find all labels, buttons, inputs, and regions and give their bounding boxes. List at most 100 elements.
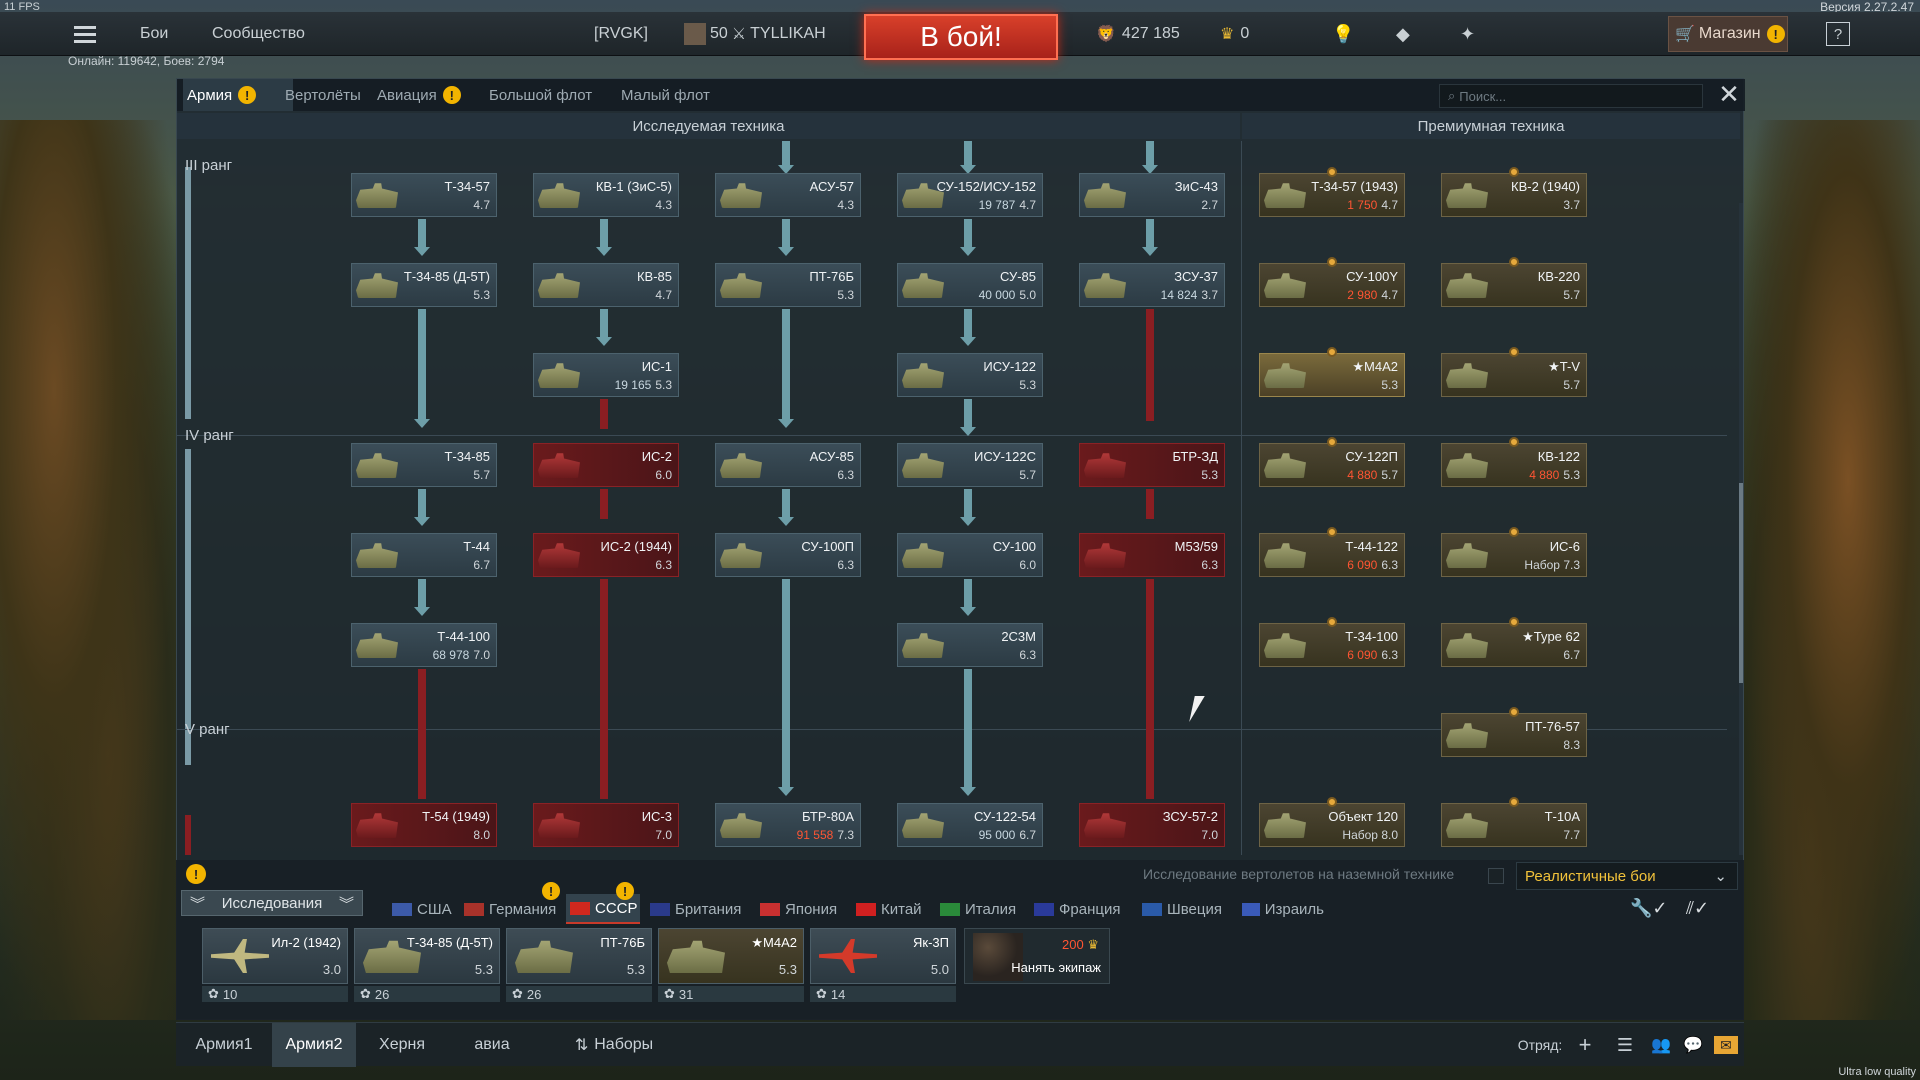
crew-slot[interactable]: Як-3П 5.0 <box>810 928 956 984</box>
vehicle-card[interactable]: Т-34-57 4.7 <box>351 173 497 217</box>
vehicle-card[interactable]: ИС-1 19 165 5.3 <box>533 353 679 397</box>
add-squad-icon[interactable]: + <box>1572 1023 1598 1067</box>
nation-tab[interactable]: Швеция <box>1138 894 1232 924</box>
vehicle-card[interactable]: ИСУ-122С 5.7 <box>897 443 1043 487</box>
vehicle-card[interactable]: БТР-80А 91 558 7.3 <box>715 803 861 847</box>
tab-2[interactable]: Авиация! <box>373 79 495 111</box>
community-menu[interactable]: Сообщество <box>212 12 305 56</box>
to-battle-button[interactable]: В бой! <box>864 14 1058 60</box>
vehicle-card[interactable]: ПТ-76Б 5.3 <box>715 263 861 307</box>
vehicle-card[interactable]: ИС-2 6.0 <box>533 443 679 487</box>
vehicle-card[interactable]: КВ-1 (ЗиС-5) 4.3 <box>533 173 679 217</box>
vehicle-card[interactable]: БТР-ЗД 5.3 <box>1079 443 1225 487</box>
vehicle-card[interactable]: ИС-6 Набор 7.3 <box>1441 533 1587 577</box>
preset-tab[interactable]: авиа <box>448 1023 536 1067</box>
vehicle-card[interactable]: ★T-V 5.7 <box>1441 353 1587 397</box>
golden-eagles[interactable]: ♛ 0 <box>1220 12 1249 56</box>
search-input[interactable]: ⌕ Поиск... <box>1439 84 1703 108</box>
tab-4[interactable]: Малый флот <box>617 79 713 111</box>
crew-slot[interactable]: ★M4A2 5.3 <box>658 928 804 984</box>
crew-slot[interactable]: ПТ-76Б 5.3 <box>506 928 652 984</box>
nation-tab[interactable]: Британия <box>646 894 750 924</box>
preset-tab[interactable]: Херня <box>356 1023 448 1067</box>
vehicle-card[interactable]: Т-34-85 (Д-5Т) 5.3 <box>351 263 497 307</box>
preset-tab[interactable]: Армия2 <box>272 1023 356 1067</box>
vehicle-card[interactable]: Т-10А 7.7 <box>1441 803 1587 847</box>
ammo-icon[interactable]: ⫽✓ <box>1686 898 1709 919</box>
golden-eagles-value: 0 <box>1240 25 1250 42</box>
ticket-icon[interactable]: ✦ <box>1460 12 1475 56</box>
nation-tab[interactable]: Япония <box>756 894 846 924</box>
vehicle-card[interactable]: M53/59 6.3 <box>1079 533 1225 577</box>
vehicle-card[interactable]: КВ-122 4 880 5.3 <box>1441 443 1587 487</box>
vehicle-card[interactable]: Т-34-57 (1943) 1 750 4.7 <box>1259 173 1405 217</box>
vehicle-card[interactable]: Объект 120 Набор 8.0 <box>1259 803 1405 847</box>
vehicle-card[interactable]: АСУ-85 6.3 <box>715 443 861 487</box>
vehicle-card[interactable]: ПТ-76-57 8.3 <box>1441 713 1587 757</box>
tab-1[interactable]: Вертолёты <box>281 79 363 111</box>
help-button[interactable]: ? <box>1826 22 1850 46</box>
vehicle-card[interactable]: Т-34-85 5.7 <box>351 443 497 487</box>
vehicle-card[interactable]: АСУ-57 4.3 <box>715 173 861 217</box>
nation-tab[interactable]: Германия <box>460 894 560 924</box>
nation-tab[interactable]: Италия <box>936 894 1024 924</box>
battle-rating: 8.3 <box>1563 738 1580 752</box>
nation-tab[interactable]: Израиль <box>1238 894 1324 924</box>
friends-icon[interactable]: 👥 <box>1646 1023 1676 1067</box>
menu-icon[interactable] <box>74 12 96 56</box>
vehicle-card[interactable]: СУ-152/ИСУ-152 19 787 4.7 <box>897 173 1043 217</box>
list-icon[interactable]: ☰ <box>1612 1023 1638 1067</box>
chat-icon[interactable]: 💬 <box>1680 1023 1706 1067</box>
player-profile[interactable]: 50 ⚔ TYLLIKAH <box>684 12 826 56</box>
vehicle-card[interactable]: СУ-100 6.0 <box>897 533 1043 577</box>
vehicle-card[interactable]: КВ-220 5.7 <box>1441 263 1587 307</box>
vehicle-card[interactable]: ИС-2 (1944) 6.3 <box>533 533 679 577</box>
vehicle-card[interactable]: СУ-100П 6.3 <box>715 533 861 577</box>
vehicle-card[interactable]: СУ-122-54 95 000 6.7 <box>897 803 1043 847</box>
research-button[interactable]: ︾ Исследования ︾ <box>181 890 363 916</box>
crew-slot[interactable]: Ил-2 (1942) 3.0 <box>202 928 348 984</box>
vehicle-card[interactable]: ИСУ-122 5.3 <box>897 353 1043 397</box>
tab-3[interactable]: Большой флот <box>485 79 601 111</box>
silver-lion-icon: 🦁 <box>1096 26 1116 43</box>
vehicle-card[interactable]: Т-44-122 6 090 6.3 <box>1259 533 1405 577</box>
vehicle-card[interactable]: Т-34-100 6 090 6.3 <box>1259 623 1405 667</box>
preset-tab[interactable]: Армия1 <box>176 1023 272 1067</box>
vehicle-card[interactable]: ЗСУ-37 14 824 3.7 <box>1079 263 1225 307</box>
vehicle-card[interactable]: КВ-2 (1940) 3.7 <box>1441 173 1587 217</box>
game-mode-select[interactable]: Реалистичные бои ⌄ <box>1516 862 1738 890</box>
nation-tab[interactable]: Китай <box>852 894 930 924</box>
warning-icon[interactable]: ! <box>186 864 206 884</box>
vehicle-card[interactable]: ЗиС-43 2.7 <box>1079 173 1225 217</box>
close-icon[interactable]: ✕ <box>1717 81 1741 107</box>
rank-label: V ранг <box>185 721 230 738</box>
vehicle-card[interactable]: КВ-85 4.7 <box>533 263 679 307</box>
crew-slot[interactable]: Т-34-85 (Д-5Т) 5.3 <box>354 928 500 984</box>
tab-0[interactable]: Армия! <box>183 79 293 111</box>
diamond-icon[interactable]: ◆ <box>1396 12 1410 56</box>
repair-icon[interactable]: 🔧✓ <box>1630 898 1668 919</box>
shop-button[interactable]: 🛒 Магазин ! <box>1668 16 1788 52</box>
nation-tab[interactable]: Франция <box>1030 894 1132 924</box>
vehicle-card[interactable]: СУ-100Y 2 980 4.7 <box>1259 263 1405 307</box>
battles-menu[interactable]: Бои <box>140 12 168 56</box>
vehicle-card[interactable]: ЗСУ-57-2 7.0 <box>1079 803 1225 847</box>
nation-tab[interactable]: США <box>388 894 454 924</box>
scrollbar[interactable] <box>1739 203 1743 855</box>
vehicle-card[interactable]: Т-54 (1949) 8.0 <box>351 803 497 847</box>
lightbulb-icon[interactable]: 💡 <box>1332 12 1354 56</box>
heli-research-checkbox[interactable] <box>1488 868 1504 884</box>
vehicle-card[interactable]: ИС-3 7.0 <box>533 803 679 847</box>
vehicle-card[interactable]: СУ-85 40 000 5.0 <box>897 263 1043 307</box>
vehicle-card[interactable]: ★Type 62 6.7 <box>1441 623 1587 667</box>
sets-button[interactable]: ⇅ Наборы <box>564 1023 664 1067</box>
vehicle-card[interactable]: СУ-122П 4 880 5.7 <box>1259 443 1405 487</box>
vehicle-card[interactable]: Т-44 6.7 <box>351 533 497 577</box>
vehicle-name: ИС-1 <box>641 359 672 374</box>
vehicle-card[interactable]: Т-44-100 68 978 7.0 <box>351 623 497 667</box>
vehicle-card[interactable]: 2С3М 6.3 <box>897 623 1043 667</box>
tech-tree[interactable]: III ранг IV ранг V ранг Т-34-57 4.7 КВ-1 (… <box>177 141 1745 855</box>
mail-icon[interactable]: ✉ <box>1714 1036 1738 1054</box>
vehicle-card[interactable]: ★M4A2 5.3 <box>1259 353 1405 397</box>
hire-crew-button[interactable]: 200 ♛ Нанять экипаж <box>964 928 1110 984</box>
